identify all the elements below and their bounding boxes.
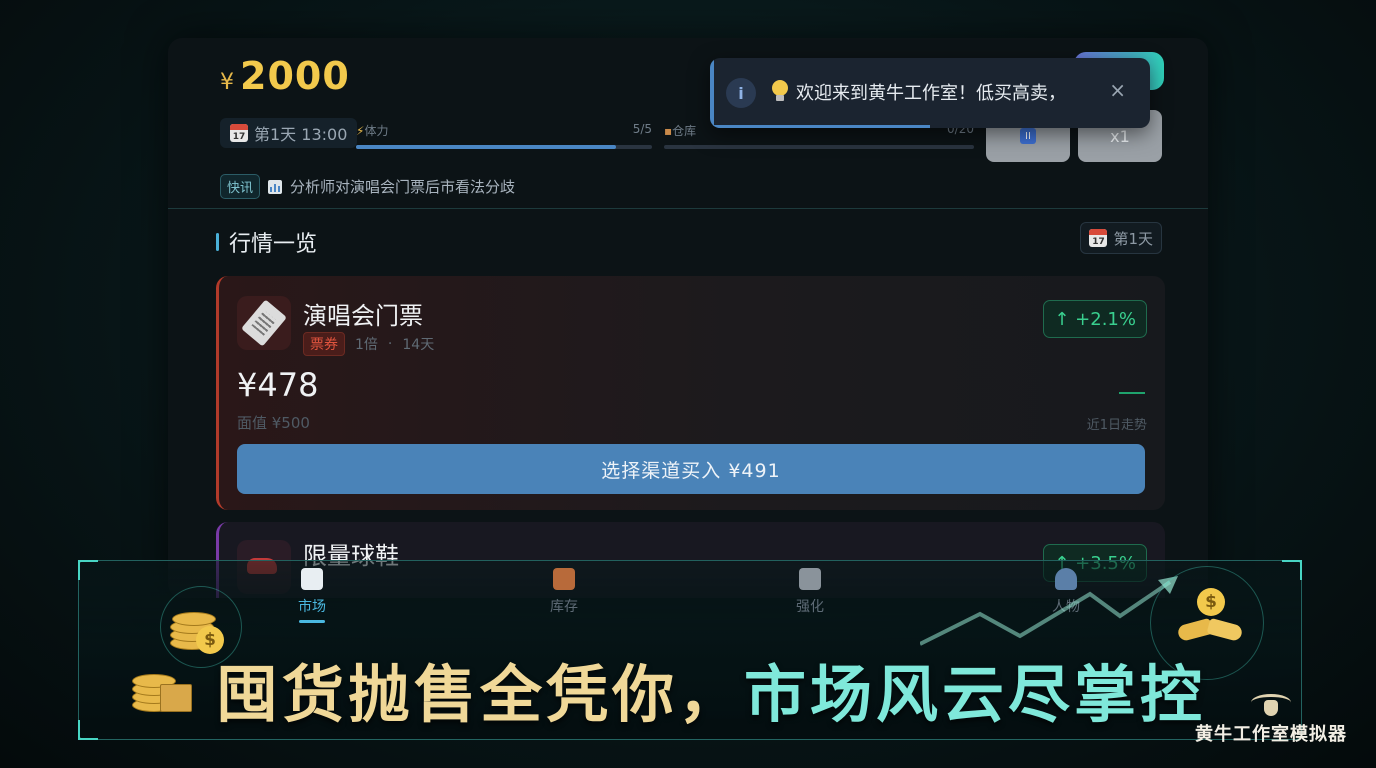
lightbulb-icon bbox=[772, 80, 788, 102]
section-title: 行情一览 bbox=[216, 226, 317, 258]
item-price: ¥478 bbox=[237, 366, 319, 404]
ticket-icon bbox=[241, 299, 287, 347]
multiplier-label: 1倍 bbox=[355, 337, 378, 353]
news-ticker[interactable]: 快讯 分析师对演唱会门票后市看法分歧 bbox=[220, 174, 515, 199]
pause-icon: II bbox=[1020, 128, 1036, 144]
info-icon: i bbox=[726, 78, 756, 108]
slogan-part-1: 囤货抛售全凭你， bbox=[216, 658, 745, 731]
money-display: ¥ 2000 bbox=[220, 54, 350, 98]
toast-accent bbox=[710, 58, 714, 128]
game-logo: 黄牛工作室模拟器 bbox=[1178, 694, 1364, 754]
rising-arrow-graphic bbox=[920, 576, 1178, 646]
day-badge: 17 第1天 bbox=[1080, 222, 1162, 254]
slogan-part-2: 市场风云尽掌控 bbox=[744, 658, 1207, 731]
calendar-icon: 17 bbox=[230, 124, 248, 142]
market-overview-title: 行情一览 bbox=[229, 232, 318, 257]
box-icon bbox=[160, 684, 192, 712]
bar-chart-icon bbox=[301, 568, 323, 590]
nav-item-market[interactable]: 市场 bbox=[252, 568, 372, 623]
bull-icon bbox=[1251, 694, 1291, 716]
category-badge: 票券 bbox=[303, 332, 345, 356]
welcome-toast: i 欢迎来到黄牛工作室！低买高卖， × bbox=[710, 58, 1150, 128]
close-icon[interactable]: × bbox=[1109, 78, 1126, 102]
stamina-bar: ⚡体力 5/5 bbox=[356, 122, 652, 149]
toast-progress bbox=[710, 125, 930, 128]
stamina-value: 5/5 bbox=[632, 122, 652, 136]
day-time-label: 第1天 13:00 bbox=[254, 125, 348, 144]
market-card-concert-ticket[interactable]: 演唱会门票 票券 1倍 · 14天 ↑ +2.1% ¥478 面值 ¥500 近… bbox=[216, 276, 1165, 510]
item-name: 演唱会门票 bbox=[303, 302, 423, 330]
ticket-thumbnail bbox=[237, 296, 291, 350]
nav-item-upgrade[interactable]: 强化 bbox=[750, 568, 870, 616]
days-label: 14天 bbox=[402, 337, 435, 353]
package-icon bbox=[553, 568, 575, 590]
speed-label: x1 bbox=[1110, 126, 1130, 146]
calendar-icon: 17 bbox=[1089, 229, 1108, 247]
day-time-chip: 17 第1天 13:00 bbox=[220, 118, 358, 148]
header-divider bbox=[168, 208, 1208, 209]
box-icon: ▪ bbox=[664, 124, 673, 138]
money-amount: 2000 bbox=[240, 54, 350, 98]
game-title: 黄牛工作室模拟器 bbox=[1195, 724, 1347, 745]
promo-slogan: 囤货抛售全凭你，市场风云尽掌控 bbox=[216, 644, 1206, 734]
meta-separator: · bbox=[387, 336, 393, 352]
wrench-icon bbox=[799, 568, 821, 590]
currency-symbol: ¥ bbox=[220, 70, 234, 95]
stamina-fill bbox=[356, 145, 617, 149]
toast-message: 欢迎来到黄牛工作室！低买高卖， bbox=[796, 83, 1066, 104]
warehouse-label: ▪仓库 bbox=[664, 124, 697, 138]
news-tag: 快讯 bbox=[220, 174, 261, 199]
item-meta: 票券 1倍 · 14天 bbox=[303, 332, 434, 356]
news-text: 分析师对演唱会门票后市看法分歧 bbox=[290, 178, 516, 196]
price-change-badge: ↑ +2.1% bbox=[1043, 300, 1147, 338]
day-badge-label: 第1天 bbox=[1113, 229, 1153, 248]
face-value: 面值 ¥500 bbox=[237, 414, 310, 432]
nav-item-inventory[interactable]: 库存 bbox=[504, 568, 624, 616]
trend-label: 近1日走势 bbox=[1086, 418, 1147, 433]
stamina-label: ⚡体力 bbox=[356, 124, 389, 138]
chart-icon bbox=[268, 179, 283, 194]
title-accent bbox=[216, 233, 219, 251]
trend-sparkline bbox=[1119, 392, 1145, 394]
buy-button[interactable]: 选择渠道买入 ¥491 bbox=[237, 444, 1145, 494]
